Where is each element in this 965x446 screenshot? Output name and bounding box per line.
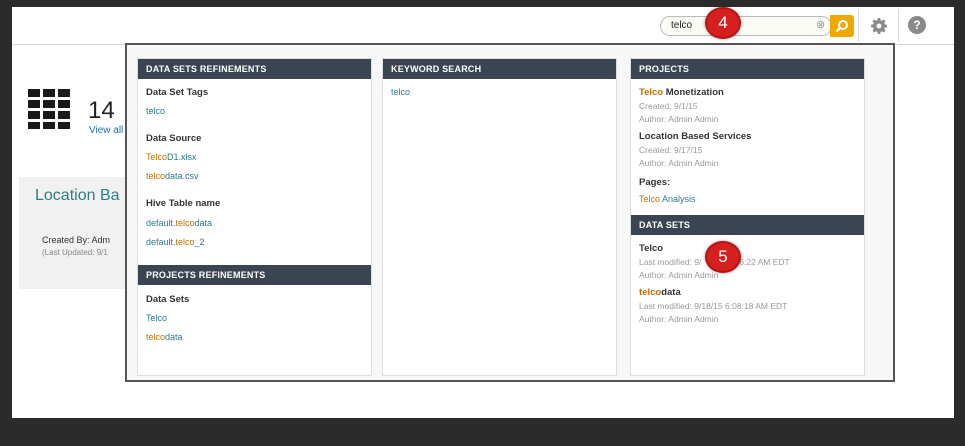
- project-author: Author: Admin Admin: [639, 158, 719, 168]
- project-created: Created: 9/1/15: [639, 101, 698, 111]
- top-bar: telco ⊗ ?: [12, 7, 954, 45]
- projects-refinement-telco[interactable]: Telco: [146, 313, 167, 323]
- search-button[interactable]: [830, 15, 854, 37]
- magnifier-icon: [835, 20, 848, 33]
- datasets-count: 14: [88, 97, 115, 124]
- toolbar-divider: [858, 10, 859, 42]
- dataset-author: Author: Admin Admin: [639, 314, 719, 324]
- view-all-link[interactable]: View all: [89, 125, 123, 136]
- dataset-last-modified: Last modified: 9/18/15 6:08:18 AM EDT: [639, 301, 788, 311]
- refinement-source-telcodata[interactable]: telcodata.csv: [146, 171, 199, 181]
- projects-refinements-header: PROJECTS REFINEMENTS: [138, 265, 371, 285]
- page-result-telco-analysis[interactable]: Telco Analysis: [639, 194, 696, 204]
- data-sets-header: DATA SETS: [631, 215, 864, 235]
- hive-table-label: Hive Table name: [146, 198, 221, 209]
- refinements-column: DATA SETS REFINEMENTS Data Set Tags telc…: [137, 58, 372, 376]
- dataset-result-telco[interactable]: Telco: [639, 243, 663, 254]
- data-source-label: Data Source: [146, 133, 202, 144]
- app-window: telco ⊗ ? 4 14 View all Location Ba Crea…: [12, 7, 954, 418]
- projects-data-sets-label: Data Sets: [146, 294, 190, 305]
- keyword-result-telco[interactable]: telco: [391, 87, 410, 97]
- datasets-grid-icon: [28, 89, 70, 129]
- search-input-value: telco: [671, 20, 693, 31]
- project-created: Created: 9/17/15: [639, 145, 703, 155]
- step-5-badge: 5: [705, 241, 741, 273]
- dataset-author: Author: Admin Admin: [639, 270, 719, 280]
- project-author: Author: Admin Admin: [639, 114, 719, 124]
- search-results-popup: DATA SETS REFINEMENTS Data Set Tags telc…: [125, 43, 895, 382]
- project-result-telco-monetization[interactable]: Telco Monetization: [639, 87, 724, 98]
- refinement-tag-telco[interactable]: telco: [146, 106, 165, 116]
- project-card-created-by: Created By: Adm: [42, 235, 111, 245]
- project-card-title[interactable]: Location Ba: [35, 187, 120, 205]
- settings-gear-button[interactable]: [868, 15, 890, 37]
- refinement-hive-telcodata[interactable]: default.telcodata: [146, 218, 212, 228]
- refinement-hive-telco-2[interactable]: default.telco_2: [146, 237, 205, 247]
- refinement-source-telcod1[interactable]: TelcoD1.xlsx: [146, 152, 197, 162]
- keyword-search-column: KEYWORD SEARCH telco: [382, 58, 617, 376]
- projects-refinement-telcodata[interactable]: telcodata: [146, 332, 183, 342]
- step-4-badge: 4: [705, 7, 741, 39]
- keyword-search-header: KEYWORD SEARCH: [383, 59, 616, 79]
- search-input[interactable]: telco ⊗: [660, 16, 832, 36]
- projects-header: PROJECTS: [631, 59, 864, 79]
- project-card-last-updated: (Last Updated: 9/1: [42, 248, 108, 257]
- toolbar-divider: [898, 10, 899, 42]
- gear-icon: [871, 18, 887, 34]
- help-icon[interactable]: ?: [908, 16, 926, 34]
- dataset-result-telcodata[interactable]: telcodata: [639, 287, 681, 298]
- data-set-tags-label: Data Set Tags: [146, 87, 209, 98]
- clear-search-icon[interactable]: ⊗: [816, 18, 825, 31]
- datasets-refinements-header: DATA SETS REFINEMENTS: [138, 59, 371, 79]
- projects-column: PROJECTS Telco Monetization Created: 9/1…: [630, 58, 865, 376]
- project-result-location-based[interactable]: Location Based Services: [639, 131, 751, 142]
- pages-label: Pages:: [639, 177, 671, 188]
